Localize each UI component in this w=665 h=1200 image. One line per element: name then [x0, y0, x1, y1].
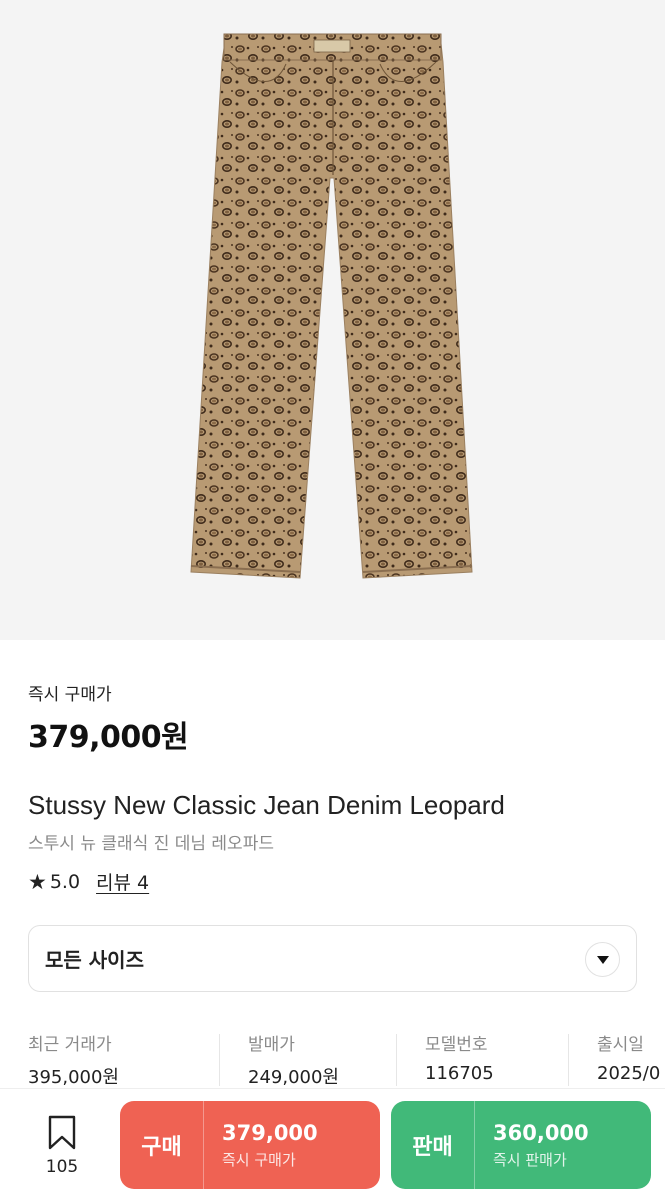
buy-button[interactable]: 구매 379,000 즉시 구매가 [120, 1101, 380, 1189]
product-title-korean: 스투시 뉴 클래식 진 데님 레오파드 [28, 834, 274, 854]
leopard-jeans-illustration [190, 33, 473, 579]
stat-value: 2025/0 [597, 1063, 661, 1084]
price-label: 즉시 구매가 [28, 685, 112, 705]
rating-row: ★ 5.0 리뷰 4 [28, 868, 149, 895]
stat-label: 출시일 [597, 1035, 644, 1055]
stat-recent-trade: 최근 거래가 395,000원 [28, 1030, 119, 1090]
buy-button-info: 379,000 즉시 구매가 [204, 1121, 318, 1170]
sell-button[interactable]: 판매 360,000 즉시 판매가 [391, 1101, 651, 1189]
buy-price-label: 즉시 구매가 [222, 1150, 296, 1169]
stat-label: 모델번호 [425, 1035, 488, 1055]
buy-button-tag: 구매 [120, 1101, 204, 1189]
star-icon: ★ [28, 869, 47, 894]
rating-value: 5.0 [49, 870, 81, 893]
bottom-action-bar: 105 구매 379,000 즉시 구매가 판매 360,000 즉시 판매가 [0, 1088, 665, 1200]
sell-button-tag: 판매 [391, 1101, 475, 1189]
divider [568, 1034, 569, 1086]
bookmark-count: 105 [45, 1157, 79, 1177]
size-selector-label: 모든 사이즈 [45, 948, 144, 972]
sell-price-label: 즉시 판매가 [493, 1150, 567, 1169]
review-link[interactable]: 리뷰 4 [96, 868, 149, 895]
stat-value: 249,000원 [248, 1067, 339, 1088]
stat-release-date: 출시일 2025/0 [597, 1030, 660, 1090]
price-value: 379,000원 [28, 720, 189, 755]
stat-label: 최근 거래가 [28, 1035, 112, 1055]
bookmark-button[interactable]: 105 [40, 1115, 84, 1177]
divider [396, 1034, 397, 1086]
market-stats: 최근 거래가 395,000원 발매가 249,000원 모델번호 116705… [0, 1030, 665, 1090]
stat-release-price: 발매가 249,000원 [248, 1030, 339, 1090]
product-image[interactable] [0, 0, 665, 640]
stat-value: 116705 [425, 1063, 494, 1084]
size-selector[interactable]: 모든 사이즈 [28, 925, 637, 992]
sell-price: 360,000 [493, 1120, 589, 1145]
bookmark-icon [48, 1115, 76, 1150]
product-title-english: Stussy New Classic Jean Denim Leopard [28, 790, 505, 820]
stat-model-number: 모델번호 116705 [425, 1030, 494, 1090]
stat-label: 발매가 [248, 1035, 295, 1055]
buy-price: 379,000 [222, 1120, 318, 1145]
divider [219, 1034, 220, 1086]
chevron-down-icon[interactable] [585, 942, 620, 977]
stat-value: 395,000원 [28, 1067, 119, 1088]
sell-button-info: 360,000 즉시 판매가 [475, 1121, 589, 1170]
